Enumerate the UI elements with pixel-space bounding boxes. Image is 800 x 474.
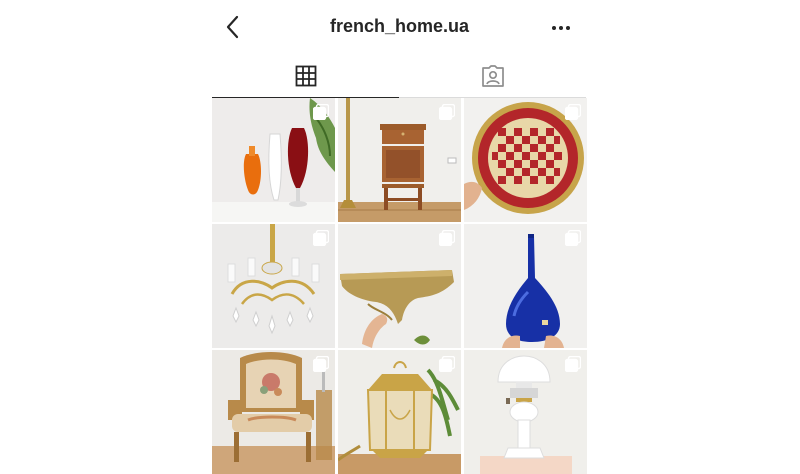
grid-icon bbox=[295, 65, 316, 87]
more-horizontal-icon[interactable] bbox=[549, 16, 573, 40]
multiple-photos-icon bbox=[313, 104, 329, 120]
multiple-photos-icon bbox=[313, 230, 329, 246]
profile-tabs bbox=[212, 56, 587, 98]
post-tile-armchair[interactable] bbox=[212, 350, 335, 474]
multiple-photos-icon bbox=[565, 230, 581, 246]
post-tile-chandelier[interactable] bbox=[212, 224, 335, 348]
post-tile-tray[interactable] bbox=[464, 98, 587, 222]
profile-page: french_home.ua bbox=[0, 0, 800, 474]
tagged-person-icon bbox=[481, 65, 504, 87]
post-tile-nightstand[interactable] bbox=[338, 98, 461, 222]
multiple-photos-icon bbox=[313, 356, 329, 372]
profile-header: french_home.ua bbox=[212, 0, 587, 56]
multiple-photos-icon bbox=[439, 230, 455, 246]
post-tile-lantern[interactable] bbox=[338, 350, 461, 474]
post-tile-wall-shelf[interactable] bbox=[338, 224, 461, 348]
profile-username: french_home.ua bbox=[329, 16, 470, 36]
multiple-photos-icon bbox=[565, 104, 581, 120]
post-tile-blue-vase[interactable] bbox=[464, 224, 587, 348]
post-tile-oil-lamp[interactable] bbox=[464, 350, 587, 474]
tab-tagged[interactable] bbox=[399, 56, 586, 98]
multiple-photos-icon bbox=[439, 104, 455, 120]
posts-grid bbox=[212, 98, 587, 474]
tab-posts-grid[interactable] bbox=[212, 56, 399, 98]
post-tile-vases[interactable] bbox=[212, 98, 335, 222]
multiple-photos-icon bbox=[565, 356, 581, 372]
multiple-photos-icon bbox=[439, 356, 455, 372]
